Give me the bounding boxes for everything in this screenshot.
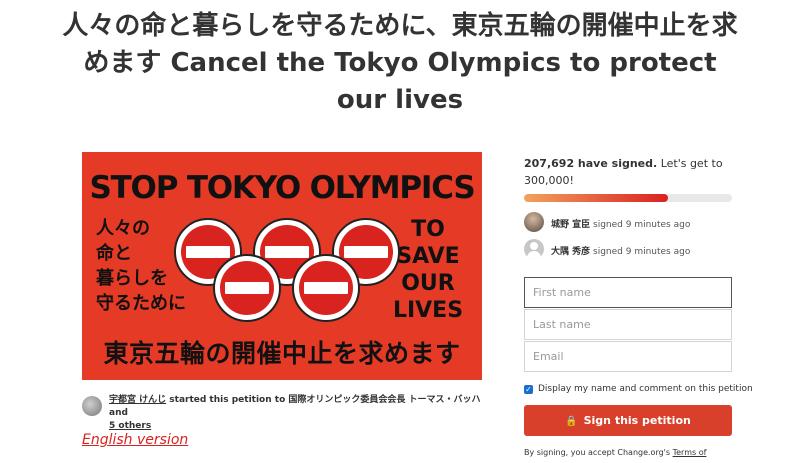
- signature-progress-fill: [524, 194, 668, 202]
- banner-left-line: 暮らしを: [96, 268, 168, 289]
- banner-right-line: LIVES: [392, 298, 464, 323]
- first-name-field[interactable]: First name: [524, 277, 732, 308]
- banner-headline: STOP TOKYO OLYMPICS: [89, 170, 475, 206]
- recent-signer: 大隅 秀彦 signed 9 minutes ago: [524, 239, 744, 261]
- banner-footer: 東京五輪の開催中止を求めます: [103, 339, 461, 368]
- no-entry-sign-icon: [292, 254, 360, 322]
- starter-others-link[interactable]: 5 others: [109, 421, 151, 431]
- signature-progress-bar: [524, 194, 732, 202]
- starter-text: 宇都宮 けんじ started this petition to 国際オリンピッ…: [109, 394, 489, 433]
- terms-text: By signing, you accept Change.org's Term…: [524, 447, 744, 459]
- signer-name: 大隅 秀彦: [551, 247, 591, 257]
- petition-banner-image: STOP TOKYO OLYMPICS 人々の 命と 暮らしを 守るために TO…: [82, 152, 482, 380]
- banner-right-line: SAVE: [396, 244, 460, 269]
- banner-left-line: 守るために: [96, 293, 186, 314]
- banner-left-line: 命と: [96, 243, 132, 264]
- signer-time: signed 9 minutes ago: [593, 220, 691, 230]
- starter-avatar[interactable]: [82, 396, 102, 416]
- banner-right-line: TO: [411, 217, 445, 242]
- banner-left-line: 人々の: [96, 218, 150, 239]
- terms-prefix: By signing, you accept Change.org's: [524, 448, 671, 457]
- signer-text: 城野 宣臣 signed 9 minutes ago: [551, 217, 690, 230]
- petition-title: 人々の命と暮らしを守るために、東京五輪の開催中止を求めます Cancel the…: [62, 11, 738, 115]
- banner-left-text: 人々の 命と 暮らしを 守るために: [96, 216, 186, 316]
- display-name-checkbox[interactable]: ✓: [524, 385, 533, 394]
- signature-count: 207,692 have signed. Let's get to 300,00…: [524, 155, 724, 189]
- signer-avatar: [524, 212, 544, 232]
- starter-started-text: started this petition to: [169, 395, 286, 405]
- default-user-icon: [524, 239, 544, 259]
- terms-link[interactable]: Terms of: [673, 448, 707, 457]
- signer-time: signed 9 minutes ago: [593, 247, 691, 257]
- banner-right-line: OUR: [401, 271, 455, 296]
- lock-icon: 🔒: [565, 416, 578, 427]
- last-name-field[interactable]: Last name: [524, 309, 732, 340]
- email-field[interactable]: Email: [524, 341, 732, 372]
- starter-recipient: 国際オリンピック委員会会長 トーマス・バッハ: [288, 395, 481, 405]
- sign-petition-button[interactable]: 🔒 Sign this petition: [524, 405, 732, 436]
- english-version-link[interactable]: English version: [82, 432, 188, 448]
- signature-count-value: 207,692 have signed.: [524, 157, 658, 170]
- sign-petition-label: Sign this petition: [583, 414, 691, 427]
- display-name-checkbox-row[interactable]: ✓ Display my name and comment on this pe…: [524, 384, 754, 396]
- display-name-label: Display my name and comment on this peti…: [538, 384, 753, 394]
- banner-right-text: TO SAVE OUR LIVES: [388, 216, 468, 324]
- signer-text: 大隅 秀彦 signed 9 minutes ago: [551, 244, 690, 257]
- starter-name-link[interactable]: 宇都宮 けんじ: [109, 395, 166, 405]
- starter-and-text: and: [109, 408, 128, 418]
- recent-signer: 城野 宣臣 signed 9 minutes ago: [524, 212, 744, 234]
- signer-name: 城野 宣臣: [551, 220, 591, 230]
- no-entry-sign-icon: [213, 254, 281, 322]
